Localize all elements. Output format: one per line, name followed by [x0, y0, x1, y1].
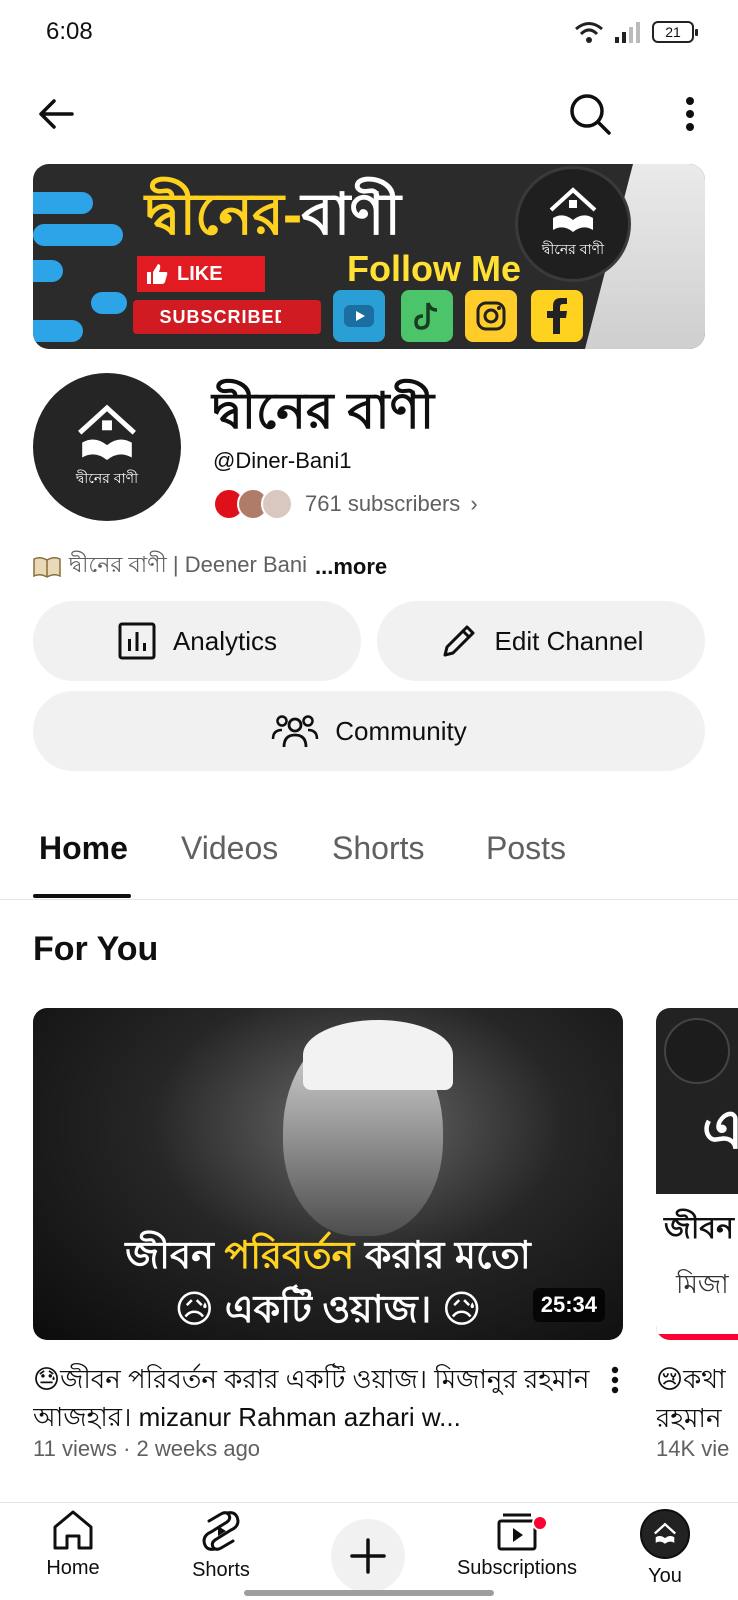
banner-channel-logo: দ্বীনের বাণী — [515, 166, 631, 282]
analytics-label: Analytics — [172, 625, 278, 656]
chevron-right-icon: › — [470, 491, 478, 516]
banner-stripe — [33, 224, 123, 246]
banner-stripe — [33, 320, 83, 342]
video-thumbnail[interactable]: জীবন পরিবর্তন করার মতো 😥 একটি ওয়াজ। 😥 2… — [33, 1008, 623, 1340]
community-label: Community — [335, 715, 467, 746]
banner-stripe — [33, 260, 63, 282]
status-bar: 6:08 21 — [0, 0, 738, 64]
nav-shorts[interactable]: Shorts — [156, 1509, 286, 1582]
channel-avatar[interactable]: দ্বীনের বাণী — [33, 373, 181, 521]
more-vert-icon — [611, 1366, 619, 1394]
nav-subscriptions[interactable]: Subscriptions — [452, 1509, 582, 1580]
thumb-text: এ — [702, 1100, 738, 1160]
channel-name: দ্বীনের বাণী — [212, 383, 435, 439]
video-meta: 14K vie — [656, 1436, 730, 1461]
community-button[interactable]: Community — [33, 691, 705, 771]
tab-videos[interactable]: Videos — [181, 830, 278, 867]
you-avatar — [640, 1509, 690, 1559]
subscriber-count: 761 subscribers — [305, 491, 461, 516]
nav-you[interactable]: You — [600, 1509, 730, 1588]
people-icon — [272, 715, 319, 748]
subscriber-avatar — [261, 488, 293, 520]
channel-description[interactable]: দ্বীনের বাণী | Deener Bani ...more — [33, 548, 387, 585]
banner-stripe — [91, 292, 127, 314]
wifi-icon — [575, 22, 603, 43]
youtube-icon — [333, 290, 385, 342]
thumb-text: জীবন — [664, 1212, 735, 1245]
home-icon — [53, 1510, 93, 1550]
banner-follow-text: Follow Me — [347, 248, 521, 289]
avatar-caption: দ্বীনের বাণী — [75, 470, 139, 486]
bell-icon — [281, 300, 321, 334]
nav-shorts-label: Shorts — [192, 1559, 250, 1581]
channel-handle: @Diner-Bani1 — [213, 448, 352, 473]
facebook-icon — [531, 290, 583, 342]
video-title[interactable]: 😢কথা — [656, 1360, 738, 1398]
status-icons: 21 — [574, 20, 698, 44]
subscribers-link[interactable]: 761 subscribers › — [213, 486, 478, 522]
video-title[interactable]: 😓জীবন পরিবর্তন করার একটি ওয়াজ। মিজানুর … — [33, 1360, 593, 1436]
gesture-bar — [244, 1590, 494, 1596]
banner-like-text: LIKE — [177, 262, 223, 285]
section-title: For You — [33, 930, 159, 968]
banner-title-part2: বাণী — [301, 182, 401, 247]
video-meta: 11 views · 2 weeks ago — [33, 1436, 261, 1461]
tab-shorts[interactable]: Shorts — [332, 830, 424, 867]
arrow-back-icon — [39, 99, 74, 129]
more-options-button[interactable] — [662, 86, 718, 142]
analytics-icon — [118, 622, 156, 660]
video-more-button[interactable] — [600, 1360, 630, 1400]
tab-posts[interactable]: Posts — [486, 830, 566, 867]
video-duration: 25:34 — [532, 1288, 605, 1322]
book-house-icon — [78, 404, 136, 461]
nav-home[interactable]: Home — [8, 1509, 138, 1580]
edit-channel-label: Edit Channel — [494, 625, 644, 656]
search-icon — [570, 94, 611, 135]
channel-tabs: Home Videos Shorts Posts — [0, 800, 738, 900]
thumb-text: করার মতো — [354, 1235, 531, 1277]
thumb-text: মিজা — [676, 1269, 729, 1299]
description-text: দ্বীনের বাণী | Deener Bani — [69, 552, 308, 577]
thumbnail-cap — [303, 1020, 453, 1090]
open-book-icon — [33, 556, 61, 578]
analytics-button[interactable]: Analytics — [33, 601, 361, 681]
create-button[interactable] — [331, 1519, 405, 1593]
active-tab-indicator — [33, 894, 131, 898]
tab-home[interactable]: Home — [39, 830, 128, 867]
watch-progress-bar — [656, 1334, 738, 1340]
battery-icon: 21 — [652, 21, 698, 43]
status-time: 6:08 — [46, 18, 93, 45]
instagram-icon — [465, 290, 517, 342]
search-button[interactable] — [562, 86, 618, 142]
nav-you-label: You — [648, 1565, 682, 1587]
bottom-navigation: Home Shorts Subscriptions You — [0, 1502, 738, 1600]
subscriptions-icon — [497, 1513, 537, 1551]
description-more-link[interactable]: ...more — [315, 554, 387, 580]
tiktok-icon — [401, 290, 453, 342]
banner-logo-caption: দ্বীনের বাণী — [541, 241, 605, 257]
video-thumbnail[interactable]: এ জীবন মিজা — [656, 1008, 738, 1340]
thumbs-up-icon — [147, 264, 168, 284]
thumb-text: জীবন — [125, 1235, 225, 1277]
back-button[interactable] — [28, 86, 84, 142]
edit-channel-button[interactable]: Edit Channel — [377, 601, 705, 681]
pencil-icon — [443, 625, 475, 657]
channel-banner: দ্বীনের-বাণী LIKE SUBSCRIBED Follow Me দ… — [33, 164, 705, 349]
more-vert-icon — [686, 97, 694, 131]
book-house-icon — [549, 187, 597, 232]
thumbnail-channel-logo — [664, 1018, 730, 1084]
book-house-icon — [654, 1522, 676, 1544]
top-app-bar — [0, 80, 738, 148]
banner-like-badge: LIKE — [137, 256, 265, 292]
notification-dot — [532, 1515, 548, 1531]
banner-stripe — [33, 192, 93, 214]
thumb-text-highlight: পরিবর্তন — [224, 1235, 355, 1277]
shorts-icon — [202, 1511, 240, 1551]
signal-icon — [615, 22, 640, 43]
nav-home-label: Home — [46, 1557, 100, 1579]
nav-subscriptions-label: Subscriptions — [456, 1557, 578, 1579]
plus-icon — [350, 1538, 386, 1574]
banner-title-part1: দ্বীনের- — [145, 182, 302, 247]
